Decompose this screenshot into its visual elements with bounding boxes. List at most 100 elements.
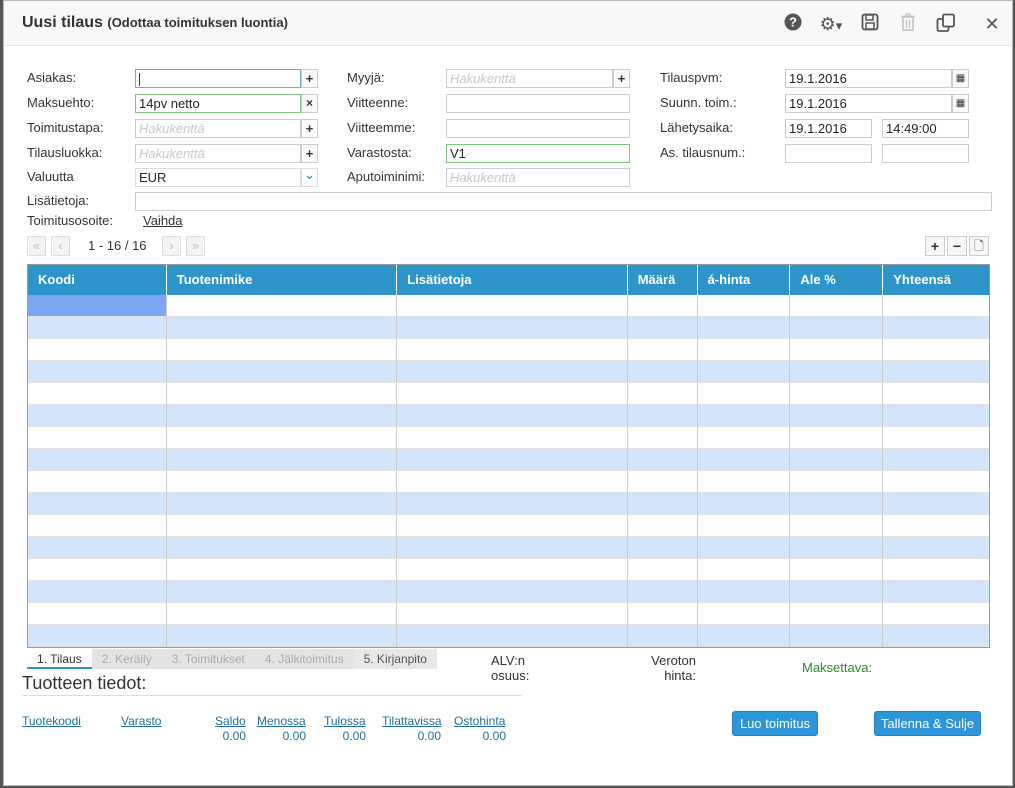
table-cell[interactable] (790, 537, 884, 559)
table-cell[interactable] (790, 405, 884, 427)
table-cell[interactable] (166, 339, 398, 361)
copy-icon[interactable] (934, 13, 958, 35)
table-cell[interactable] (397, 515, 628, 537)
column-header-ale[interactable]: Ale % (790, 265, 884, 295)
table-cell[interactable] (28, 361, 167, 383)
table-cell[interactable] (166, 317, 398, 339)
table-cell[interactable] (627, 405, 698, 427)
table-cell[interactable] (166, 581, 398, 603)
table-cell[interactable] (166, 427, 398, 449)
table-cell[interactable] (627, 449, 698, 471)
table-row[interactable] (28, 317, 989, 339)
aputoiminimi-input[interactable]: Hakukenttä (446, 168, 630, 187)
asiakas-add-button[interactable]: + (301, 69, 318, 88)
tab-keraily[interactable]: 2. Keräily (91, 649, 162, 669)
table-cell[interactable] (166, 471, 398, 493)
table-cell[interactable] (790, 581, 884, 603)
table-cell[interactable] (790, 559, 884, 581)
tilausluokka-add-button[interactable]: + (301, 144, 318, 163)
table-cell[interactable] (397, 625, 628, 647)
table-cell[interactable] (28, 559, 167, 581)
column-header-koodi[interactable]: Koodi (28, 265, 167, 295)
table-cell[interactable] (166, 405, 398, 427)
table-row[interactable] (28, 295, 989, 317)
as-tilausnum-input-2[interactable] (882, 144, 969, 163)
table-cell[interactable] (790, 449, 884, 471)
table-cell[interactable] (28, 317, 167, 339)
tulossa-link[interactable]: Tulossa (324, 714, 366, 728)
save-icon[interactable] (859, 13, 881, 35)
table-cell[interactable] (28, 515, 167, 537)
help-icon[interactable]: ? (782, 13, 804, 35)
chevron-down-icon[interactable]: ⌄ (301, 168, 318, 187)
table-cell[interactable] (627, 471, 698, 493)
table-row[interactable] (28, 537, 989, 559)
tab-jalkitoimitus[interactable]: 4. Jälkitoimitus (254, 649, 354, 669)
table-cell[interactable] (627, 559, 698, 581)
table-cell[interactable] (883, 515, 989, 537)
trash-icon[interactable] (897, 13, 919, 35)
table-cell[interactable] (697, 295, 791, 317)
asiakas-input[interactable] (135, 69, 301, 88)
column-header-a-hinta[interactable]: á-hinta (698, 265, 791, 295)
table-cell[interactable] (166, 295, 398, 317)
table-cell[interactable] (397, 581, 628, 603)
table-row[interactable] (28, 471, 989, 493)
table-cell[interactable] (697, 471, 791, 493)
table-cell[interactable] (28, 625, 167, 647)
table-cell[interactable] (627, 603, 698, 625)
table-cell[interactable] (697, 361, 791, 383)
table-cell[interactable] (883, 405, 989, 427)
table-cell[interactable] (397, 295, 628, 317)
table-cell[interactable] (627, 427, 698, 449)
settings-menu-button[interactable]: ⚙▾ (811, 13, 851, 35)
ostohinta-link[interactable]: Ostohinta (454, 714, 505, 728)
table-cell[interactable] (697, 427, 791, 449)
table-cell[interactable] (697, 537, 791, 559)
table-cell[interactable] (883, 383, 989, 405)
table-cell[interactable] (697, 339, 791, 361)
viitteenne-input[interactable] (446, 94, 630, 113)
tilausluokka-input[interactable]: Hakukenttä (135, 144, 301, 163)
create-delivery-button[interactable]: Luo toimitus (732, 711, 818, 736)
table-cell[interactable] (397, 405, 628, 427)
column-header-lisatietoja[interactable]: Lisätietoja (397, 265, 628, 295)
table-cell[interactable] (627, 515, 698, 537)
table-row[interactable] (28, 449, 989, 471)
lahetysaika-time-input[interactable]: 14:49:00 (882, 119, 969, 138)
table-cell[interactable] (790, 515, 884, 537)
lisatietoja-input[interactable] (135, 192, 992, 211)
table-cell[interactable] (883, 537, 989, 559)
toimitustapa-add-button[interactable]: + (301, 119, 318, 138)
table-cell[interactable] (883, 295, 989, 317)
maksuehto-clear-button[interactable]: × (301, 94, 318, 113)
table-cell[interactable] (166, 515, 398, 537)
table-cell[interactable] (697, 383, 791, 405)
table-cell[interactable] (28, 405, 167, 427)
table-cell[interactable] (883, 449, 989, 471)
table-cell[interactable] (883, 427, 989, 449)
table-cell[interactable] (697, 559, 791, 581)
pager-prev-button[interactable]: ‹ (51, 236, 70, 256)
tilauspvm-input[interactable]: 19.1.2016 (785, 69, 952, 88)
table-cell[interactable] (883, 581, 989, 603)
viitteemme-input[interactable] (446, 119, 630, 138)
varasto-link[interactable]: Varasto (121, 714, 161, 728)
saldo-link[interactable]: Saldo (215, 714, 246, 728)
table-cell[interactable] (883, 317, 989, 339)
document-icon[interactable]: 🗋 (969, 236, 989, 256)
table-cell[interactable] (627, 493, 698, 515)
table-row[interactable] (28, 559, 989, 581)
table-cell[interactable] (883, 603, 989, 625)
table-cell[interactable] (883, 361, 989, 383)
table-cell[interactable] (166, 625, 398, 647)
table-cell[interactable] (397, 361, 628, 383)
table-cell[interactable] (627, 625, 698, 647)
table-cell[interactable] (790, 383, 884, 405)
table-cell[interactable] (397, 317, 628, 339)
column-header-yhteensa[interactable]: Yhteensä (883, 265, 989, 295)
table-cell[interactable] (697, 449, 791, 471)
menossa-link[interactable]: Menossa (257, 714, 306, 728)
table-cell[interactable] (883, 559, 989, 581)
table-cell[interactable] (697, 405, 791, 427)
